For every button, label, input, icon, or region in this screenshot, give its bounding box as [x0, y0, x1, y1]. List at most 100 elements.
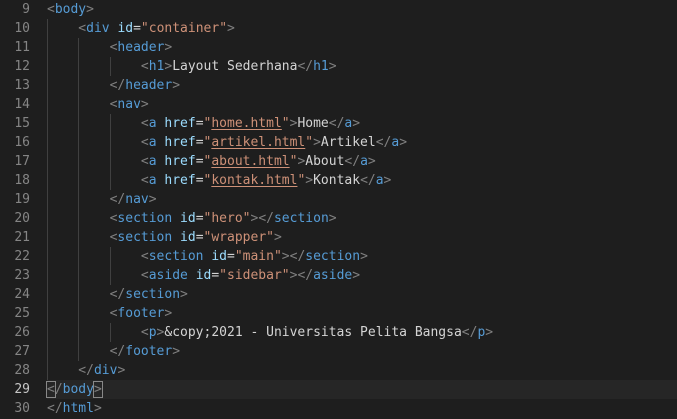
code-area: <section id="main"></section>	[47, 247, 677, 266]
code-line[interactable]: 24 </section>	[0, 285, 677, 304]
code-text: </body>	[46, 380, 103, 399]
code-text: </section>	[110, 285, 188, 304]
code-area: <section id="wrapper">	[47, 228, 677, 247]
code-line[interactable]: 30 </html>	[0, 399, 677, 418]
tag-name-token: nav	[117, 97, 141, 112]
code-line[interactable]: 18 <a href="kontak.html">Kontak</a>	[0, 171, 677, 190]
tag-name-token: section	[273, 211, 329, 226]
code-line[interactable]: 23 <aside id="sidebar"></aside>	[0, 266, 677, 285]
operator-token: =	[195, 116, 204, 131]
attribute-token: id	[211, 249, 227, 264]
indent-guide	[78, 304, 80, 323]
tag-name-token: html	[62, 401, 94, 416]
punctuation-token: >	[164, 306, 173, 321]
line-number: 25	[14, 306, 30, 321]
code-line[interactable]: 9 <body>	[0, 0, 677, 19]
tag-name-token: section	[117, 230, 173, 245]
code-line[interactable]: 11 <header>	[0, 38, 677, 57]
code-line[interactable]: 28 </div>	[0, 361, 677, 380]
line-number: 13	[14, 78, 30, 93]
code-line[interactable]: 14 <nav>	[0, 95, 677, 114]
punctuation-token: >	[140, 97, 149, 112]
line-number: 29	[14, 382, 30, 397]
punctuation-token: </	[360, 173, 376, 188]
punctuation-token: >	[148, 192, 157, 207]
code-line[interactable]: 19 </nav>	[0, 190, 677, 209]
code-line[interactable]: 27 </footer>	[0, 342, 677, 361]
indent-guide	[47, 247, 48, 266]
code-line[interactable]: 16 <a href="artikel.html">Artikel</a>	[0, 133, 677, 152]
code-editor[interactable]: 9 <body> 10 <div id="container"> 11 <header> 1…	[0, 0, 677, 419]
code-line[interactable]: 13 </header>	[0, 76, 677, 95]
indent-guide	[47, 38, 48, 57]
line-number: 18	[14, 173, 30, 188]
indent-guide	[78, 190, 80, 209]
line-number: 12	[14, 59, 30, 74]
code-line[interactable]: 21 <section id="wrapper">	[0, 228, 677, 247]
punctuation-token: <	[140, 268, 149, 283]
code-text: <section id="hero"></section>	[110, 209, 337, 228]
tag-name-token: aside	[313, 268, 353, 283]
indent-guide	[109, 247, 111, 266]
indent-guide	[47, 361, 48, 380]
tag-name-token: aside	[148, 268, 188, 283]
tag-name-token: header	[117, 40, 165, 55]
punctuation-token: </	[109, 344, 126, 359]
code-text: <footer>	[110, 304, 173, 323]
line-number: 16	[14, 135, 30, 150]
operator-token: =	[195, 230, 204, 245]
code-text: <section id="wrapper">	[110, 228, 282, 247]
code-line[interactable]: 22 <section id="main"></section>	[0, 247, 677, 266]
string-token: "main"	[234, 249, 282, 264]
matched-bracket: <	[46, 381, 56, 398]
punctuation-token: >	[227, 21, 235, 36]
punctuation-token: >	[383, 173, 392, 188]
code-line[interactable]: 26 <p > &copy;2021 - Universitas Pelita Ban…	[0, 323, 677, 342]
indent-guide	[47, 152, 48, 171]
string-token: "sidebar"	[219, 268, 290, 283]
indent-guide	[47, 114, 48, 133]
code-line[interactable]: 12 <h1>Layout Sederhana</h1>	[0, 57, 677, 76]
matched-bracket: >	[92, 381, 103, 398]
indent-guide	[78, 266, 80, 285]
text-token: Home	[297, 116, 329, 131]
tag-name-token: nav	[125, 192, 149, 207]
line-number: 23	[14, 268, 30, 283]
indent-guide	[78, 133, 80, 152]
tag-name-token: div	[93, 363, 118, 378]
tag-name-token: section	[148, 249, 204, 264]
indent-guide	[78, 342, 80, 361]
indent-guide	[109, 133, 111, 152]
indent-guide	[47, 57, 48, 76]
indent-guide	[109, 57, 111, 76]
attribute-token: href	[164, 173, 196, 188]
code-area: </body>	[46, 380, 677, 399]
code-line[interactable]: 17 <a href="about.html">About</a>	[0, 152, 677, 171]
punctuation-token: </	[109, 192, 126, 207]
code-line[interactable]: 25 <footer>	[0, 304, 677, 323]
operator-token: =	[133, 21, 141, 36]
indent-guide	[78, 95, 80, 114]
code-text: <p > &copy;2021 - Universitas Pelita Bangs…	[141, 323, 493, 342]
tag-name-token: a	[148, 154, 157, 169]
text-token: &copy;2021 - Universitas Pelita Bangsa	[164, 325, 462, 340]
line-number: 10	[14, 21, 30, 36]
code-text: <section id="main"></section>	[141, 247, 368, 266]
code-area: </nav>	[47, 190, 677, 209]
punctuation-token: ></	[250, 211, 274, 226]
code-line[interactable]: 10 <div id="container">	[0, 19, 677, 38]
punctuation-token: >	[172, 344, 181, 359]
code-text: </div>	[78, 361, 125, 380]
attribute-token: id	[180, 230, 196, 245]
code-line[interactable]: 29 </body>	[0, 380, 677, 399]
indent-guide	[47, 323, 48, 342]
operator-token: =	[227, 249, 235, 264]
punctuation-token: >	[352, 268, 361, 283]
punctuation-token: <	[47, 2, 55, 17]
code-area: <div id="container">	[47, 19, 677, 38]
code-line[interactable]: 15 <a href="home.html">Home</a>	[0, 114, 677, 133]
indent-guide	[47, 19, 48, 38]
code-line[interactable]: 20 <section id="hero"></section>	[0, 209, 677, 228]
